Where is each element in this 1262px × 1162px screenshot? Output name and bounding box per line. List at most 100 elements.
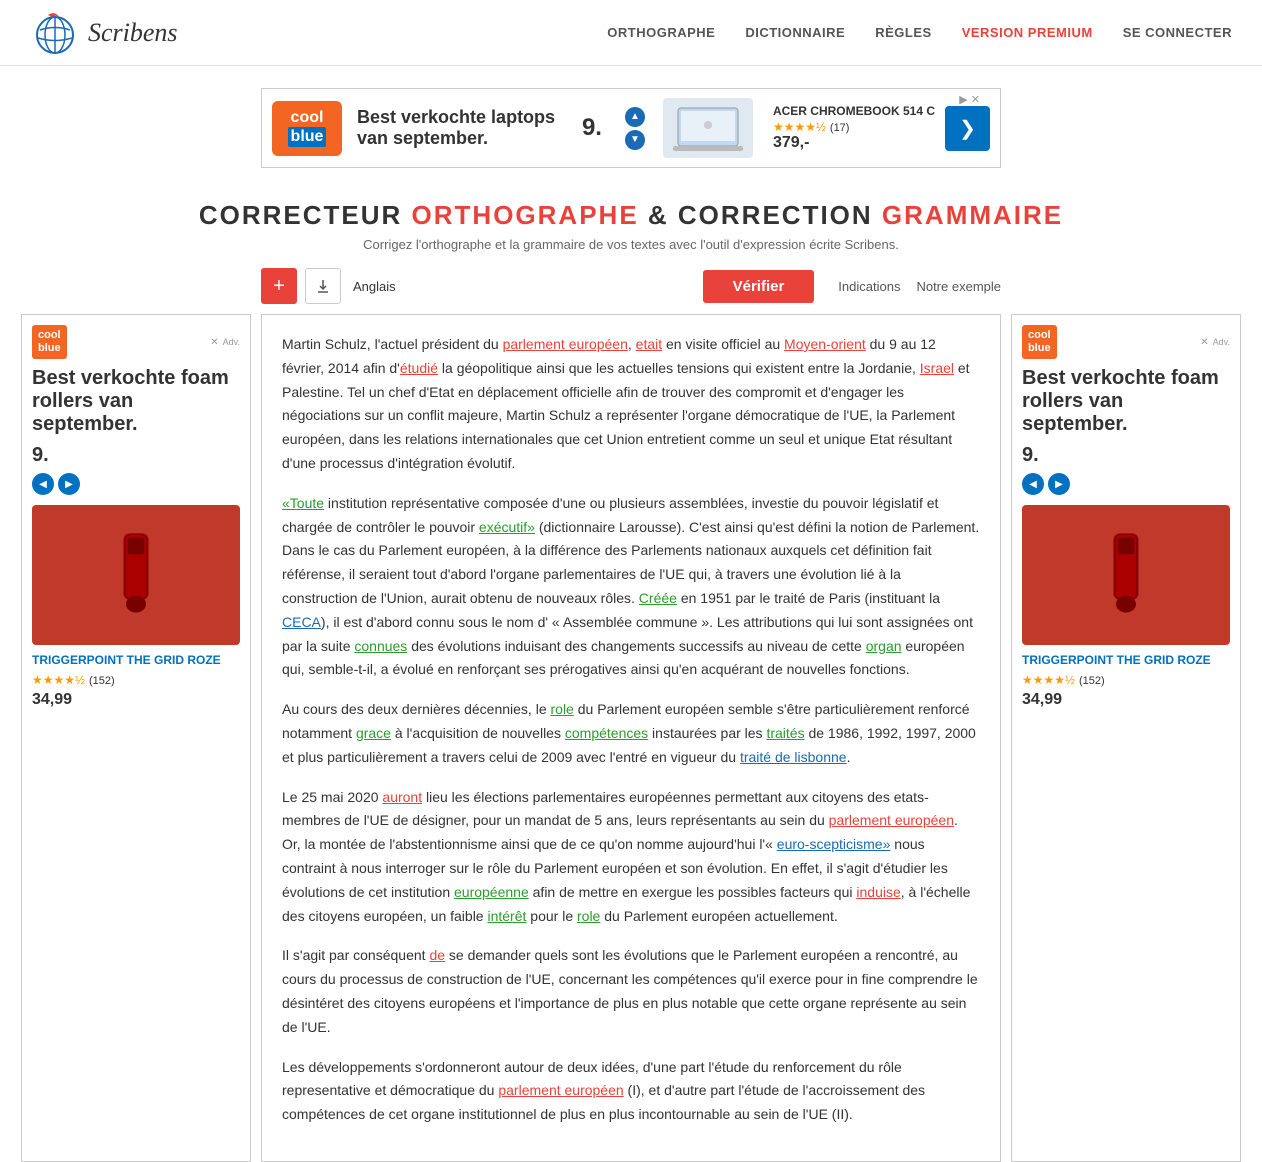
ad-banner: ▶ ✕ cool blue Best verkochte laptops van…	[261, 88, 1001, 168]
ad-arrow-up[interactable]: ▲	[625, 107, 645, 127]
err-role-1: role	[551, 701, 574, 717]
right-ad-stars: ★★★★½	[1022, 673, 1075, 687]
paragraph-3: Au cours des deux dernières décennies, l…	[282, 698, 980, 769]
ad-brand-logo: cool blue	[272, 101, 342, 156]
left-ad-rating-row: ◀ ▶	[32, 473, 240, 495]
right-ad: cool blue ✕ Adv. Best verkochte foam rol…	[1011, 314, 1241, 1162]
language-selector[interactable]: Anglais	[353, 279, 396, 294]
err-parlement-europeen-1: parlement européen	[503, 336, 628, 352]
err-etait: etait	[636, 336, 662, 352]
err-euro-scepticisme: euro-scepticisme»	[777, 836, 891, 852]
title-orange1: ORTHOGRAPHE	[412, 200, 639, 230]
left-ad-stars-row: ★★★★½ (152)	[32, 671, 240, 687]
left-ad-product-image	[32, 505, 240, 645]
left-ad-price: 34,99	[32, 691, 240, 709]
right-ad-review-count: (152)	[1079, 675, 1105, 687]
ad-nav-arrows: ▲ ▼	[625, 107, 645, 150]
err-moyen-orient: Moyen-orient	[784, 336, 866, 352]
err-ceca: CECA	[282, 614, 321, 630]
main-heading-area: CORRECTEUR ORTHOGRAPHE & CORRECTION GRAM…	[0, 200, 1262, 252]
right-ad-blue: blue	[1028, 342, 1051, 354]
left-ad-cool: cool	[38, 329, 61, 341]
nav-connect[interactable]: SE CONNECTER	[1123, 25, 1232, 40]
main-nav: ORTHOGRAPHE DICTIONNAIRE RÈGLES VERSION …	[607, 25, 1232, 40]
toolbar-links: Indications Notre exemple	[838, 279, 1001, 294]
right-ad-text: Best verkochte foam rollers van septembe…	[1022, 367, 1230, 436]
ad-product-image	[663, 98, 753, 158]
paragraph-4: Le 25 mai 2020 auront lieu les élections…	[282, 786, 980, 929]
err-executif: exécutif»	[479, 519, 535, 535]
ad-cta-button[interactable]: ❯	[945, 106, 990, 151]
left-ad-blue: blue	[38, 342, 61, 354]
ad-banner-wrapper: ▶ ✕ cool blue Best verkochte laptops van…	[0, 76, 1262, 180]
left-ad-stars: ★★★★½	[32, 673, 85, 687]
err-organ-1: organ	[866, 638, 902, 654]
toolbar: + Anglais Vérifier Indications Notre exe…	[261, 268, 1001, 304]
left-ad-text: Best verkochte foam rollers van septembe…	[32, 367, 240, 436]
err-traite-lisbonne: traité de lisbonne	[740, 749, 847, 765]
left-ad-arrows: ◀ ▶	[32, 473, 80, 495]
left-ad-num: 9.	[32, 444, 240, 467]
left-ad-header: cool blue ✕ Adv.	[32, 325, 240, 359]
right-ad-stars-row: ★★★★½ (152)	[1022, 671, 1230, 687]
err-auront: auront	[382, 789, 422, 805]
nav-premium[interactable]: VERSION PREMIUM	[962, 25, 1093, 40]
err-israel: Israel	[920, 360, 954, 376]
right-ad-close[interactable]: ✕	[1200, 337, 1208, 348]
download-button[interactable]	[305, 268, 341, 304]
ad-brand-blue: blue	[288, 127, 327, 147]
left-ad: cool blue ✕ Adv. Best verkochte foam rol…	[21, 314, 251, 1162]
left-ad-arrow-next[interactable]: ▶	[58, 473, 80, 495]
main-title: CORRECTEUR ORTHOGRAPHE & CORRECTION GRAM…	[0, 200, 1262, 231]
err-competences: compétences	[565, 725, 648, 741]
logo-icon	[30, 10, 80, 55]
right-ad-arrow-prev[interactable]: ◀	[1022, 473, 1044, 495]
ad-review-count: (17)	[830, 122, 850, 134]
logo-area: Scribens	[30, 10, 178, 55]
ad-product-name: ACER CHROMEBOOK 514 C	[773, 104, 935, 118]
right-ad-arrows: ◀ ▶	[1022, 473, 1070, 495]
ad-price: 379,-	[773, 134, 935, 152]
right-ad-arrow-next[interactable]: ▶	[1048, 473, 1070, 495]
title-orange2: GRAMMAIRE	[882, 200, 1063, 230]
download-icon	[315, 278, 331, 294]
err-role-2: role	[577, 908, 600, 924]
ad-close[interactable]: ▶ ✕	[959, 93, 980, 106]
err-etudie: étudié	[400, 360, 438, 376]
main-section: cool blue ✕ Adv. Best verkochte foam rol…	[0, 314, 1262, 1162]
err-interet: intérêt	[487, 908, 526, 924]
nav-dictionnaire[interactable]: DICTIONNAIRE	[745, 25, 845, 40]
err-grace: grace	[356, 725, 391, 741]
logo-text: Scribens	[88, 18, 178, 48]
right-ad-header: cool blue ✕ Adv.	[1022, 325, 1230, 359]
indications-link[interactable]: Indications	[838, 279, 900, 294]
err-de: de	[429, 947, 445, 963]
notre-exemple-link[interactable]: Notre exemple	[916, 279, 1001, 294]
left-ad-arrow-prev[interactable]: ◀	[32, 473, 54, 495]
err-creee: Créée	[639, 590, 677, 606]
paragraph-1: Martin Schulz, l'actuel président du par…	[282, 333, 980, 476]
right-ad-brand: cool blue	[1022, 325, 1057, 359]
main-subtitle: Corrigez l'orthographe et la grammaire d…	[0, 237, 1262, 252]
left-ad-review-count: (152)	[89, 675, 115, 687]
left-ad-advert: Adv.	[223, 337, 240, 347]
right-ad-price: 34,99	[1022, 691, 1230, 709]
nav-orthographe[interactable]: ORTHOGRAPHE	[607, 25, 715, 40]
left-ad-product-name: TRIGGERPOINT THE GRID ROZE	[32, 653, 240, 667]
paragraph-5: Il s'agit par conséquent de se demander …	[282, 944, 980, 1039]
ad-rating: 9.	[582, 114, 602, 142]
left-ad-close[interactable]: ✕	[210, 337, 218, 348]
title-part2b: & CORRECTION	[648, 200, 873, 230]
verify-button[interactable]: Vérifier	[703, 270, 815, 303]
text-editor[interactable]: Martin Schulz, l'actuel président du par…	[261, 314, 1001, 1162]
right-ad-num: 9.	[1022, 444, 1230, 467]
ad-tagline: Best verkochte laptops van september.	[357, 107, 567, 149]
add-button[interactable]: +	[261, 268, 297, 304]
ad-stars: ★★★★½	[773, 120, 826, 134]
err-europeenne: européenne	[454, 884, 529, 900]
err-toute: «Toute	[282, 495, 324, 511]
nav-regles[interactable]: RÈGLES	[875, 25, 931, 40]
right-ad-cool: cool	[1028, 329, 1051, 341]
ad-product-stars: ★★★★½ (17)	[773, 118, 935, 134]
ad-arrow-down[interactable]: ▼	[625, 130, 645, 150]
